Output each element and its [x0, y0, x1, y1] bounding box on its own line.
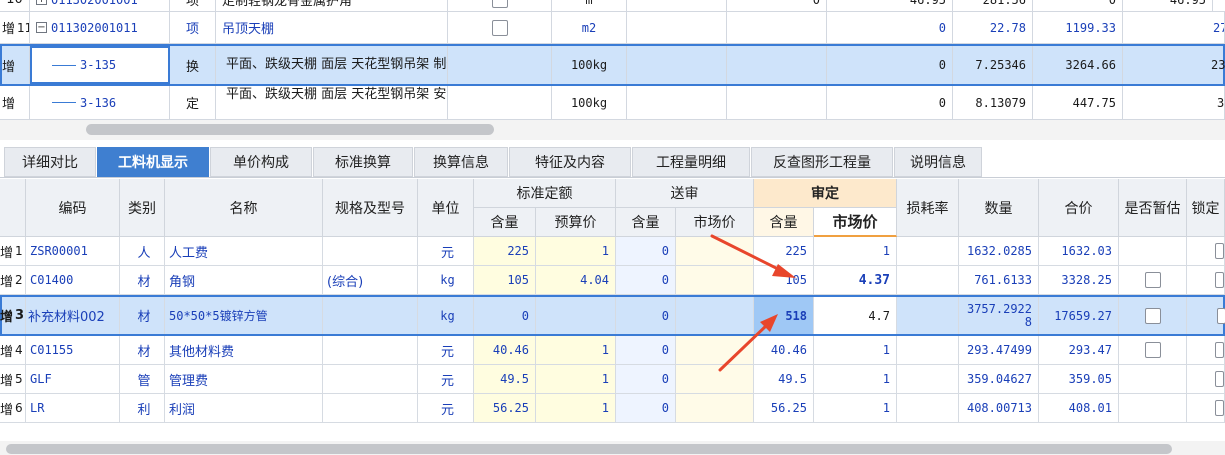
arrow-icon [710, 234, 796, 278]
annotation-arrows [710, 234, 796, 372]
app-window: { "top_grid": { "rows": [ {"prefix": "",… [0, 0, 1225, 455]
arrow-icon [718, 314, 778, 372]
